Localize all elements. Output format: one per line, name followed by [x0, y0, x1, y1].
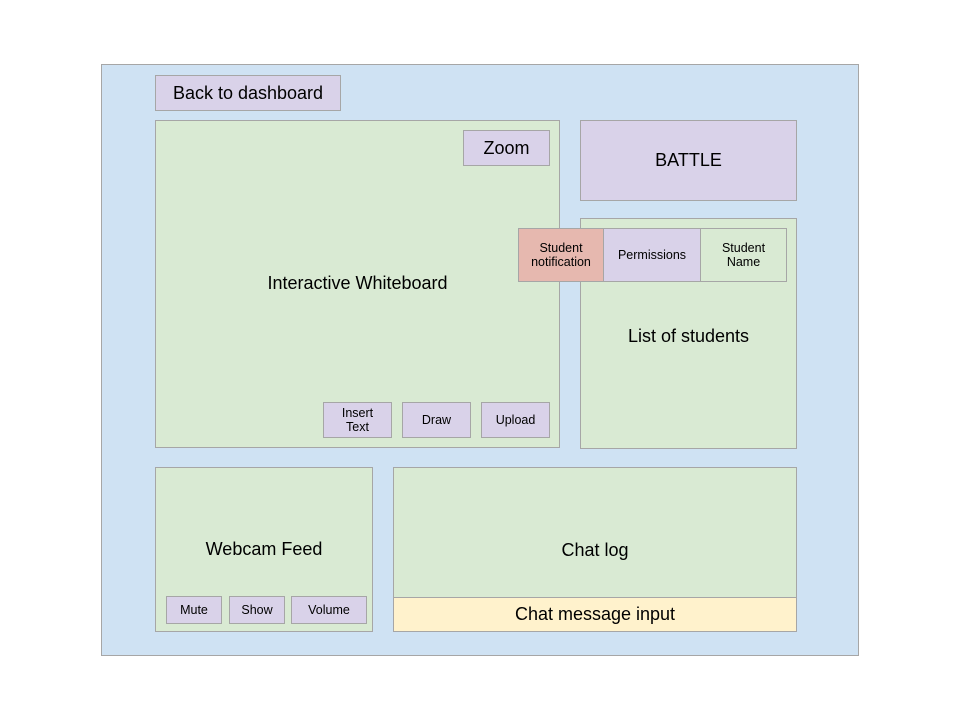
insert-text-button[interactable]: Insert Text — [323, 402, 392, 438]
interactive-whiteboard[interactable]: Interactive Whiteboard — [155, 120, 560, 448]
draw-button[interactable]: Draw — [402, 402, 471, 438]
student-list-label: List of students — [627, 326, 750, 346]
zoom-button[interactable]: Zoom — [463, 130, 550, 166]
show-button[interactable]: Show — [229, 596, 285, 624]
student-notification[interactable]: Student notification — [518, 228, 604, 282]
chat-log: Chat log — [393, 467, 797, 598]
permissions-button[interactable]: Permissions — [603, 228, 701, 282]
student-name: Student Name — [700, 228, 787, 282]
mute-button[interactable]: Mute — [166, 596, 222, 624]
volume-button[interactable]: Volume — [291, 596, 367, 624]
back-to-dashboard-button[interactable]: Back to dashboard — [155, 75, 341, 111]
upload-button[interactable]: Upload — [481, 402, 550, 438]
chat-message-input[interactable]: Chat message input — [393, 597, 797, 632]
whiteboard-label: Interactive Whiteboard — [267, 272, 448, 293]
battle-button[interactable]: BATTLE — [580, 120, 797, 201]
